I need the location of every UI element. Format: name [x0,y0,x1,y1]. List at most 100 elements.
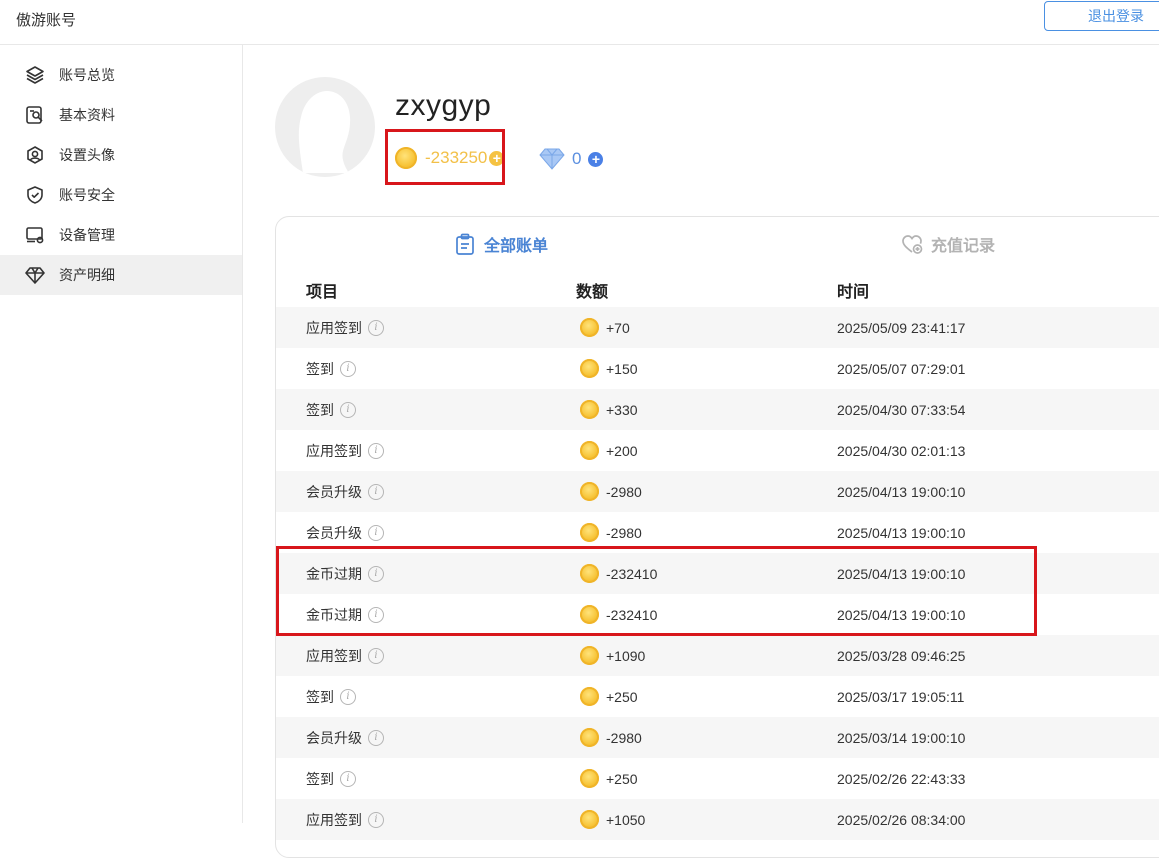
info-icon[interactable]: i [368,811,384,828]
layers-icon [24,64,46,86]
item-name: 会员升级 [306,524,362,541]
row-amount: +1050 [580,810,645,829]
row-item: 签到 i [306,359,356,379]
tab-recharge-records[interactable]: 充值记录 [901,231,995,257]
coin-icon [580,523,599,542]
row-item: 应用签到 i [306,318,384,338]
coin-icon [580,482,599,501]
info-icon[interactable]: i [340,770,356,787]
row-time: 2025/02/26 08:34:00 [837,811,966,828]
sidebar-item-security[interactable]: 账号安全 [0,175,242,215]
info-icon[interactable]: i [340,360,356,377]
row-amount: +330 [580,400,638,419]
coin-icon [580,441,599,460]
avatar-icon [24,144,46,166]
item-name: 签到 [306,688,334,705]
row-time: 2025/03/17 19:05:11 [837,688,965,705]
row-amount: +200 [580,441,638,460]
info-icon[interactable]: i [368,319,384,336]
item-name: 会员升级 [306,729,362,746]
column-header-amount: 数额 [576,284,609,301]
row-time: 2025/04/30 02:01:13 [837,442,966,459]
column-header-time: 时间 [837,284,870,301]
row-item: 签到 i [306,687,356,707]
heart-plus-icon [902,235,923,254]
info-icon[interactable]: i [368,729,384,746]
table-row: 签到 i +330 2025/04/30 07:33:54 [276,389,1159,430]
row-amount: +1090 [580,646,645,665]
sidebar: 账号总览 基本资料 设置头像 账号安全 设备管理 资产明细 [0,45,243,823]
logout-button[interactable]: 退出登录 [1044,1,1159,31]
amount-value: +250 [606,770,638,787]
item-name: 签到 [306,360,334,377]
amount-value: +330 [606,401,638,418]
highlight-box-expired-coins [276,546,1037,636]
bill-card: 全部账单 充值记录 项目 数额 时间 应用签到 i +70 2025/05/09 23… [275,216,1159,858]
diamond-balance: 0 [572,149,582,168]
coin-icon [580,728,599,747]
amount-value: +1050 [606,811,646,828]
amount-value: +1090 [606,647,646,664]
row-time: 2025/05/07 07:29:01 [837,360,966,377]
coin-icon [580,359,599,378]
row-amount: +70 [580,318,630,337]
row-time: 2025/03/28 09:46:25 [837,647,966,664]
info-icon[interactable]: i [368,483,384,500]
coin-icon [580,318,599,337]
column-header-item: 项目 [306,284,339,301]
table-row: 应用签到 i +1090 2025/03/28 09:46:25 [276,635,1159,676]
info-icon[interactable]: i [368,647,384,664]
amount-value: +250 [606,688,638,705]
row-time: 2025/03/14 19:00:10 [837,729,966,746]
tab-label: 充值记录 [931,238,996,255]
app-title: 傲游账号 [16,12,77,29]
sidebar-item-label: 资产明细 [59,267,115,283]
row-item: 会员升级 i [306,482,384,502]
amount-value: -2980 [606,483,642,500]
table-row: 应用签到 i +70 2025/05/09 23:41:17 [276,307,1159,348]
row-item: 应用签到 i [306,646,384,666]
info-icon[interactable]: i [340,401,356,418]
sidebar-item-label: 设备管理 [59,227,115,243]
avatar-placeholder-icon [298,91,351,173]
row-item: 应用签到 i [306,441,384,461]
sidebar-item-basic-info[interactable]: 基本资料 [0,95,242,135]
sidebar-item-label: 账号总览 [59,67,115,83]
sidebar-item-overview[interactable]: 账号总览 [0,55,242,95]
sidebar-item-label: 设置头像 [59,147,115,163]
coin-icon [580,810,599,829]
highlight-box-balance [385,129,505,185]
sidebar-item-assets[interactable]: 资产明细 [0,255,242,295]
row-amount: -2980 [580,482,642,501]
sidebar-item-devices[interactable]: 设备管理 [0,215,242,255]
coin-icon [580,646,599,665]
tab-all-bills[interactable]: 全部账单 [454,231,548,257]
amount-value: -2980 [606,524,642,541]
row-amount: -2980 [580,523,642,542]
row-item: 签到 i [306,400,356,420]
username: zxygyp [395,89,492,122]
coin-icon [580,400,599,419]
row-time: 2025/05/09 23:41:17 [837,319,966,336]
profile-card-icon [24,104,46,126]
device-icon [24,224,46,246]
item-name: 应用签到 [306,442,362,459]
info-icon[interactable]: i [368,524,384,541]
coin-icon [580,687,599,706]
row-time: 2025/04/13 19:00:10 [837,524,966,541]
coin-icon [580,769,599,788]
info-icon[interactable]: i [368,442,384,459]
top-bar: 傲游账号 退出登录 [0,0,1159,45]
amount-value: +200 [606,442,638,459]
sidebar-item-avatar[interactable]: 设置头像 [0,135,242,175]
add-diamond-button[interactable]: + [588,151,604,167]
table-row: 签到 i +250 2025/02/26 22:43:33 [276,758,1159,799]
info-icon[interactable]: i [340,688,356,705]
item-name: 会员升级 [306,483,362,500]
sidebar-item-label: 基本资料 [59,107,115,123]
item-name: 应用签到 [306,319,362,336]
sidebar-item-label: 账号安全 [59,187,115,203]
row-amount: +250 [580,769,638,788]
avatar[interactable] [275,77,375,177]
row-item: 签到 i [306,769,356,789]
